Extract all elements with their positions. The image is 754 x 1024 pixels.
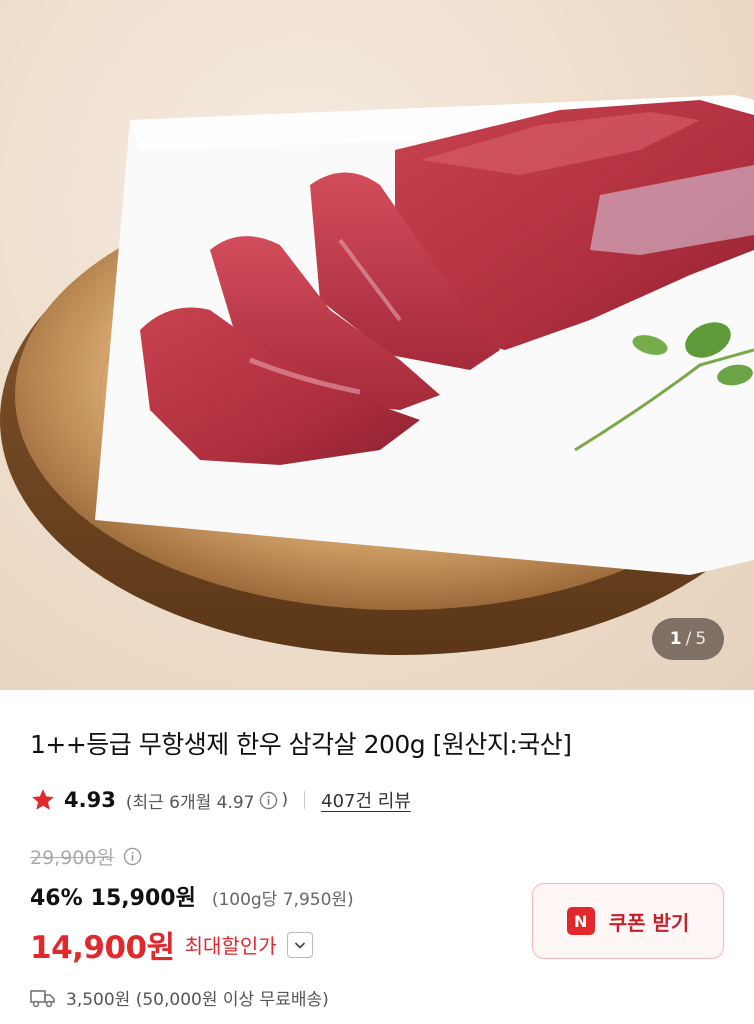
star-icon — [32, 789, 54, 810]
rating-row: 4.93 (최근 6개월 4.97 ) 407건 리뷰 — [30, 784, 411, 816]
chevron-down-icon — [294, 941, 305, 949]
discount-percent: 46% — [30, 886, 83, 911]
sale-price-row: 46% 15,900원 (100g당 7,950원) — [30, 880, 354, 912]
coupon-button[interactable]: N 쿠폰 받기 — [532, 883, 724, 959]
max-discount-price: 14,900원 — [30, 930, 175, 966]
info-icon[interactable] — [259, 791, 278, 810]
unit-price: (100g당 7,950원) — [211, 890, 354, 910]
product-title: 1++등급 무항생제 한우 삼각살 200g [원산지:국산] — [30, 730, 572, 759]
truck-icon — [30, 989, 55, 1007]
recent-rating-text: (최근 6개월 4.97 — [125, 792, 255, 813]
original-price-row: 29,900원 — [30, 843, 143, 870]
shipping-row: 3,500원 (50,000원 이상 무료배송) — [30, 985, 329, 1010]
rating-value: 4.93 — [64, 788, 116, 812]
image-counter: 1 / 5 — [652, 618, 724, 660]
reviews-link[interactable]: 407건 리뷰 — [321, 787, 411, 813]
info-icon[interactable] — [123, 847, 142, 866]
image-counter-current: 1 — [669, 629, 682, 649]
recent-rating: (최근 6개월 4.97 ) — [126, 788, 288, 813]
shipping-info: 3,500원 (50,000원 이상 무료배송) — [66, 990, 329, 1010]
product-photo — [0, 95, 754, 655]
image-counter-separator: / — [685, 629, 692, 649]
sale-price: 15,900원 — [90, 886, 196, 911]
max-discount-row: 14,900원 최대할인가 — [30, 922, 313, 967]
divider — [304, 791, 306, 809]
product-image[interactable]: 1 / 5 — [0, 0, 754, 690]
image-counter-total: 5 — [695, 629, 707, 649]
expand-discount-button[interactable] — [286, 931, 313, 958]
n-badge-icon: N — [566, 907, 595, 935]
max-discount-label: 최대할인가 — [184, 934, 277, 958]
coupon-label: 쿠폰 받기 — [608, 910, 690, 935]
original-price: 29,900원 — [30, 847, 114, 869]
recent-rating-close: ) — [281, 790, 289, 810]
